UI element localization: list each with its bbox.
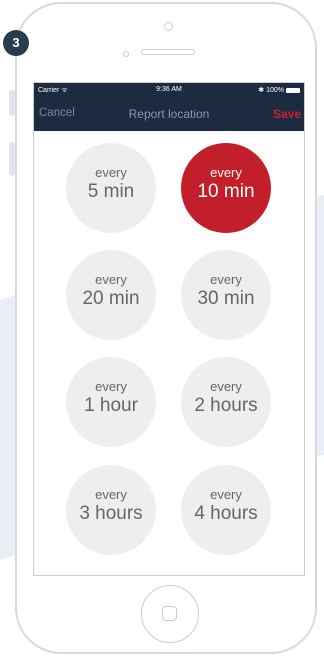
option-prefix: every [95,487,127,502]
status-bar: Carrier ᯤ 9:36 AM ✱ 100% [34,83,304,98]
option-prefix: every [210,379,242,394]
option-interval: 5 min [87,181,135,202]
page-title: Report location [128,107,210,121]
option-3-hours[interactable]: every 3 hours [66,465,156,555]
option-5-min[interactable]: every 5 min [66,143,156,233]
volume-up-button [9,90,15,116]
option-prefix: every [95,272,127,287]
option-interval: 2 hours [194,395,258,416]
home-button[interactable] [141,585,199,643]
option-interval: 3 hours [79,503,143,524]
option-prefix: every [95,165,127,180]
option-interval: 30 min [197,288,255,309]
option-interval: 10 min [197,181,255,202]
option-10-min[interactable]: every 10 min [181,143,271,233]
option-interval: 20 min [82,288,140,309]
front-camera-icon [164,22,173,31]
volume-down-button [9,142,15,176]
option-interval: 4 hours [194,503,258,524]
battery-status: ✱ 100% [258,86,300,94]
home-square-icon [162,606,177,621]
option-prefix: every [210,165,242,180]
sensor-dot-icon [123,51,129,57]
option-30-min[interactable]: every 30 min [181,250,271,340]
option-interval: 1 hour [84,395,138,416]
phone-screen: Carrier ᯤ 9:36 AM ✱ 100% Cancel Report l… [33,82,305,576]
option-prefix: every [95,379,127,394]
navigation-bar: Cancel Report location Save [34,98,304,131]
battery-label: ✱ 100% [258,87,284,94]
battery-icon [286,87,300,93]
step-badge: 3 [3,30,29,56]
option-4-hours[interactable]: every 4 hours [181,465,271,555]
save-button[interactable]: Save [273,107,301,121]
option-2-hours[interactable]: every 2 hours [181,357,271,447]
option-1-hour[interactable]: every 1 hour [66,357,156,447]
option-20-min[interactable]: every 20 min [66,250,156,340]
speaker-grille [141,49,195,55]
option-prefix: every [210,487,242,502]
option-prefix: every [210,272,242,287]
